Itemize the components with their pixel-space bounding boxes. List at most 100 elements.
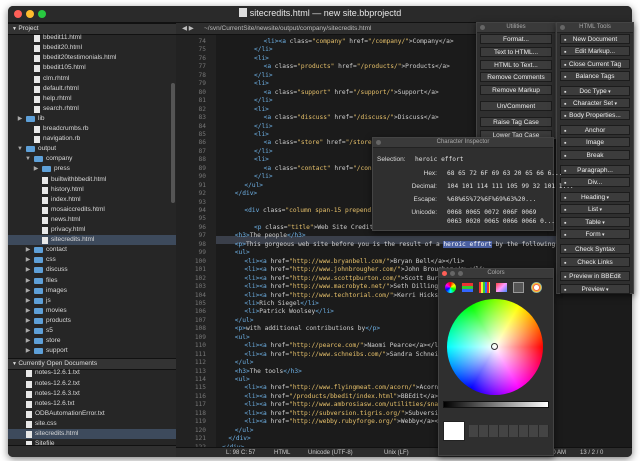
sidebar-file-item[interactable]: mosaiccredits.html — [8, 205, 176, 215]
crayons-mode-icon[interactable] — [513, 282, 524, 293]
sidebar-folder-item[interactable]: ▶ files — [8, 276, 176, 286]
code-line[interactable]: <li> — [254, 156, 269, 163]
code-line[interactable]: </ul> — [244, 182, 263, 189]
code-line[interactable]: <ul> — [235, 376, 250, 383]
sidebar-folder-item[interactable]: ▶ support — [8, 346, 176, 356]
sidebar-file-item[interactable]: bbedit11.html — [8, 33, 176, 43]
disclosure-expanded-icon[interactable]: ▼ — [16, 144, 24, 154]
utility-button-remove-markup[interactable]: Remove Markup — [480, 85, 552, 96]
current-color-swatch[interactable] — [443, 421, 465, 441]
code-line[interactable]: <li> — [254, 55, 269, 62]
image-palettes-mode-icon[interactable] — [496, 283, 507, 292]
html-tool-button-preview-in-bbedit[interactable]: ▪ Preview in BBEdit — [560, 271, 630, 282]
sidebar-file-item[interactable]: bbedit20.html — [8, 43, 176, 53]
sidebar-file-item[interactable]: help.rhtml — [8, 94, 176, 104]
html-tool-button-preview[interactable]: ▪ Preview ▾ — [560, 283, 630, 294]
code-line[interactable]: <ul> — [235, 334, 250, 341]
code-line[interactable]: <li><a class="company" href="/company/">… — [264, 38, 454, 45]
open-document-item[interactable]: sitecredits.html — [8, 429, 176, 439]
code-line[interactable]: <div class="column span-15 prepend-2 f — [244, 207, 386, 214]
utility-button-html-to-text[interactable]: HTML to Text... — [480, 59, 552, 70]
utility-button-un-comment[interactable]: Un/Comment — [480, 101, 552, 111]
html-tool-button-anchor[interactable]: ▪ Anchor — [560, 124, 630, 135]
code-line[interactable]: <li><a href="http://pearce.com/">Naomi P… — [244, 342, 445, 349]
sidebar-file-item[interactable]: navigation.rb — [8, 134, 176, 144]
code-line[interactable]: <p>This gorgeous web site before you is … — [235, 240, 578, 248]
palette-zoom-button[interactable] — [458, 271, 463, 276]
code-line[interactable]: <h3>The people</h3> — [235, 232, 306, 239]
color-swatch-slots[interactable] — [469, 425, 549, 437]
sidebar-file-item[interactable]: clm.rhtml — [8, 74, 176, 84]
code-line[interactable]: </li> — [254, 46, 273, 53]
sidebar-folder-item[interactable]: ▶ products — [8, 316, 176, 326]
code-line[interactable]: <li> — [254, 131, 269, 138]
code-line[interactable]: </ul> — [235, 427, 254, 434]
code-line[interactable]: <p>with additional contributions by</p> — [235, 325, 380, 332]
disclosure-collapsed-icon[interactable]: ▶ — [24, 276, 32, 286]
code-line[interactable]: </li> — [254, 123, 273, 130]
code-line[interactable]: </div> — [228, 435, 250, 442]
code-line[interactable]: </div> — [235, 190, 257, 197]
sidebar-folder-company[interactable]: ▼ company — [8, 154, 176, 164]
html-tool-button-close-current-tag[interactable]: ▪ Close Current Tag — [560, 58, 630, 69]
sidebar-folder-item[interactable]: ▶ store — [8, 336, 176, 346]
code-line[interactable]: <li>Rich Siegel</li> — [244, 300, 319, 307]
code-line[interactable]: <li> — [254, 80, 269, 87]
sidebar-folder-item[interactable]: ▶ js — [8, 296, 176, 306]
html-tool-button-image[interactable]: ▪ Image — [560, 137, 630, 148]
disclosure-collapsed-icon[interactable]: ▶ — [24, 286, 32, 296]
palette-close-button[interactable] — [480, 25, 485, 30]
open-document-item[interactable]: notes-12.6.1.txt — [8, 368, 176, 378]
sidebar-file-item[interactable]: bbedit105.html — [8, 63, 176, 73]
utility-button-raise-tag-case[interactable]: Raise Tag Case — [480, 116, 552, 127]
disclosure-collapsed-icon[interactable]: ▶ — [24, 245, 32, 255]
sidebar-folder-item[interactable]: ▶ discuss — [8, 265, 176, 275]
utility-button-text-to-html[interactable]: Text to HTML... — [480, 46, 552, 57]
open-document-item[interactable]: site.css — [8, 419, 176, 429]
html-tool-button-check-links[interactable]: ▪ Check Links — [560, 256, 630, 267]
disclosure-collapsed-icon[interactable]: ▶ — [24, 336, 32, 346]
sidebar-file-item[interactable]: breadcrumbs.rb — [8, 124, 176, 134]
utility-button-remove-comments[interactable]: Remove Comments — [480, 72, 552, 83]
disclosure-expanded-icon[interactable]: ▼ — [24, 154, 32, 164]
open-document-item[interactable]: notes-12.6.3.txt — [8, 389, 176, 399]
disclosure-collapsed-icon[interactable]: ▶ — [24, 346, 32, 356]
sidebar-file-item[interactable]: builtwithbbedit.html — [8, 175, 176, 185]
html-tool-button-table[interactable]: ▪ Table ▾ — [560, 216, 630, 227]
html-tool-button-check-syntax[interactable]: ▪ Check Syntax — [560, 244, 630, 255]
palette-close-button[interactable] — [376, 140, 381, 145]
html-tool-button-balance-tags[interactable]: ▪ Balance Tags — [560, 71, 630, 82]
disclosure-collapsed-icon[interactable]: ▶ — [24, 296, 32, 306]
language-menu[interactable]: HTML — [274, 448, 290, 457]
code-line[interactable]: <li><a href="/products/bbedit/index.html… — [244, 393, 456, 400]
palette-close-button[interactable] — [442, 271, 447, 276]
color-wheel-cursor[interactable] — [491, 343, 498, 350]
code-line[interactable]: <li><a href="http://webby.rubyforge.org/… — [244, 418, 453, 425]
code-line[interactable]: </li> — [254, 148, 273, 155]
disclosure-collapsed-icon[interactable]: ▶ — [32, 164, 40, 174]
code-line[interactable]: </li> — [254, 173, 273, 180]
code-line[interactable]: <li><a href="http://www.bryanbell.com/">… — [244, 258, 464, 265]
code-line[interactable]: </li> — [254, 72, 273, 79]
sidebar-file-item[interactable]: privacy.html — [8, 225, 176, 235]
code-line[interactable]: <a class="products" href="/products/">Pr… — [264, 63, 450, 70]
sidebar-scrollbar[interactable] — [171, 83, 175, 203]
cursor-position[interactable]: L: 98 C: 57 — [226, 448, 255, 457]
utility-button-format[interactable]: Format... — [480, 34, 552, 44]
disclosure-collapsed-icon[interactable]: ▶ — [24, 316, 32, 326]
sidebar-folder-item[interactable]: ▶ movies — [8, 306, 176, 316]
sidebar-file-item[interactable]: history.html — [8, 185, 176, 195]
back-forward-icon[interactable]: ◀ ▶ — [182, 23, 194, 34]
palette-minimize-button[interactable] — [450, 271, 455, 276]
disclosure-collapsed-icon[interactable]: ▶ — [24, 306, 32, 316]
code-line[interactable]: <li>Patrick Woolsey</li> — [244, 308, 333, 315]
sidebar-folder-output[interactable]: ▼ output — [8, 144, 176, 154]
code-line[interactable]: <h3>The tools</h3> — [235, 368, 302, 375]
encoding-menu[interactable]: Unicode (UTF-8) — [308, 448, 353, 457]
code-line[interactable]: <a class="support" href="/support/">Supp… — [264, 89, 439, 96]
brightness-slider[interactable] — [443, 401, 549, 408]
line-endings-menu[interactable]: Unix (LF) — [384, 448, 409, 457]
html-tool-button-body-properties[interactable]: ▪ Body Properties... — [560, 110, 630, 121]
html-tool-button-edit-markup[interactable]: ▪ Edit Markup... — [560, 46, 630, 57]
html-tool-button-new-document[interactable]: ▪ New Document — [560, 34, 630, 44]
